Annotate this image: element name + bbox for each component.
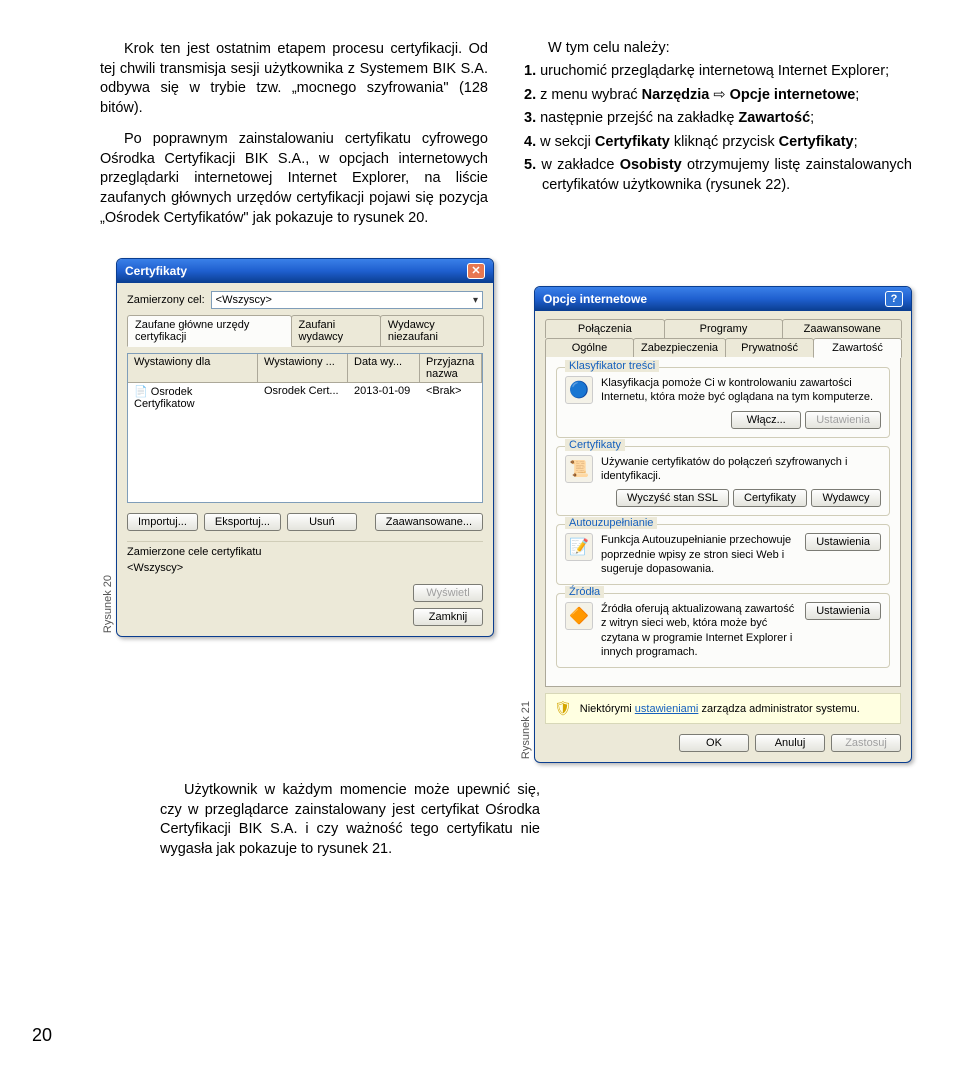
enable-button[interactable]: Włącz... (731, 411, 801, 429)
page-number: 20 (32, 1025, 52, 1046)
step-1: 1. uruchomić przeglądarkę internetową In… (524, 62, 912, 82)
tab-trusted-publishers[interactable]: Zaufani wydawcy (291, 315, 381, 346)
publishers-button[interactable]: Wydawcy (811, 489, 881, 507)
content-advisor-icon: 🔵 (565, 376, 593, 404)
close-button[interactable]: Zamknij (413, 608, 483, 626)
clear-ssl-button[interactable]: Wyczyść stan SSL (616, 489, 729, 507)
certificate-icon: 📜 (565, 455, 593, 483)
intended-purposes-value: <Wszyscy> (127, 562, 483, 574)
figure-20-label: Rysunek 20 (100, 571, 116, 637)
tab-programs[interactable]: Programy (664, 319, 784, 338)
paragraph-2: Po poprawnym zainstalowaniu certyfikatu … (100, 130, 488, 228)
feeds-settings-button[interactable]: Ustawienia (805, 602, 881, 620)
ok-button[interactable]: OK (679, 734, 749, 752)
tab-content[interactable]: Zawartość (813, 338, 902, 358)
import-button[interactable]: Importuj... (127, 513, 198, 531)
dialog-title: Certyfikaty (125, 264, 187, 278)
step-5: 5. w zakładce Osobisty otrzymujemy listę… (524, 156, 912, 195)
tab-advanced[interactable]: Zaawansowane (782, 319, 902, 338)
col-issued-by[interactable]: Wystawiony ... (258, 354, 348, 382)
autocomplete-icon: 📝 (565, 533, 593, 561)
group-content-advisor: Klasyfikator treści (565, 360, 659, 372)
group-certificates: Certyfikaty (565, 439, 625, 451)
internet-options-dialog: Opcje internetowe ? Połączenia Programy … (534, 286, 912, 763)
settings-button[interactable]: Ustawienia (805, 411, 881, 429)
bottom-paragraph: Użytkownik w każdym momencie może upewni… (160, 781, 540, 859)
settings-link[interactable]: ustawieniami (635, 703, 699, 715)
col-friendly-name[interactable]: Przyjazna nazwa (420, 354, 482, 382)
show-button[interactable]: Wyświetl (413, 584, 483, 602)
certificates-button[interactable]: Certyfikaty (733, 489, 807, 507)
certificate-list[interactable]: Wystawiony dla Wystawiony ... Data wy...… (127, 353, 483, 503)
shield-icon: 🛡 (554, 700, 572, 717)
step-3: 3. następnie przejść na zakładkę Zawarto… (524, 109, 912, 129)
step-2: 2. z menu wybrać Narzędzia ⇨ Opcje inter… (524, 86, 912, 106)
autocomplete-settings-button[interactable]: Ustawienia (805, 533, 881, 551)
close-icon[interactable]: ✕ (467, 263, 485, 279)
dialog-title: Opcje internetowe (543, 292, 647, 306)
tab-trusted-root[interactable]: Zaufane główne urzędy certyfikacji (127, 315, 292, 347)
export-button[interactable]: Eksportuj... (204, 513, 281, 531)
tab-connections[interactable]: Połączenia (545, 319, 665, 338)
help-icon[interactable]: ? (885, 291, 903, 307)
group-feeds: Źródła (565, 586, 604, 598)
cancel-button[interactable]: Anuluj (755, 734, 825, 752)
tab-general[interactable]: Ogólne (545, 338, 634, 357)
table-row[interactable]: 📄 Osrodek Certyfikatow Osrodek Cert... 2… (128, 383, 482, 412)
delete-button[interactable]: Usuń (287, 513, 357, 531)
advanced-button[interactable]: Zaawansowane... (375, 513, 483, 531)
intended-purposes-label: Zamierzone cele certyfikatu (127, 546, 483, 558)
col-issued-to[interactable]: Wystawiony dla (128, 354, 258, 382)
purpose-dropdown[interactable]: <Wszyscy> ▾ (211, 291, 483, 309)
figure-21-label: Rysunek 21 (518, 697, 534, 763)
admin-info-bar: 🛡 Niektórymi ustawieniami zarządza admin… (545, 693, 901, 724)
group-autocomplete: Autouzupełnianie (565, 517, 657, 529)
tab-untrusted-publishers[interactable]: Wydawcy niezaufani (380, 315, 484, 346)
step-4: 4. w sekcji Certyfikaty kliknąć przycisk… (524, 133, 912, 153)
purpose-label: Zamierzony cel: (127, 294, 205, 306)
apply-button[interactable]: Zastosuj (831, 734, 901, 752)
paragraph-1: Krok ten jest ostatnim etapem procesu ce… (100, 40, 488, 118)
tab-security[interactable]: Zabezpieczenia (633, 338, 726, 357)
feeds-icon: 🔶 (565, 602, 593, 630)
col-expiry[interactable]: Data wy... (348, 354, 420, 382)
chevron-down-icon: ▾ (473, 295, 478, 306)
certificates-dialog: Certyfikaty ✕ Zamierzony cel: <Wszyscy> … (116, 258, 494, 637)
steps-heading: W tym celu należy: (524, 40, 912, 56)
tab-privacy[interactable]: Prywatność (725, 338, 814, 357)
